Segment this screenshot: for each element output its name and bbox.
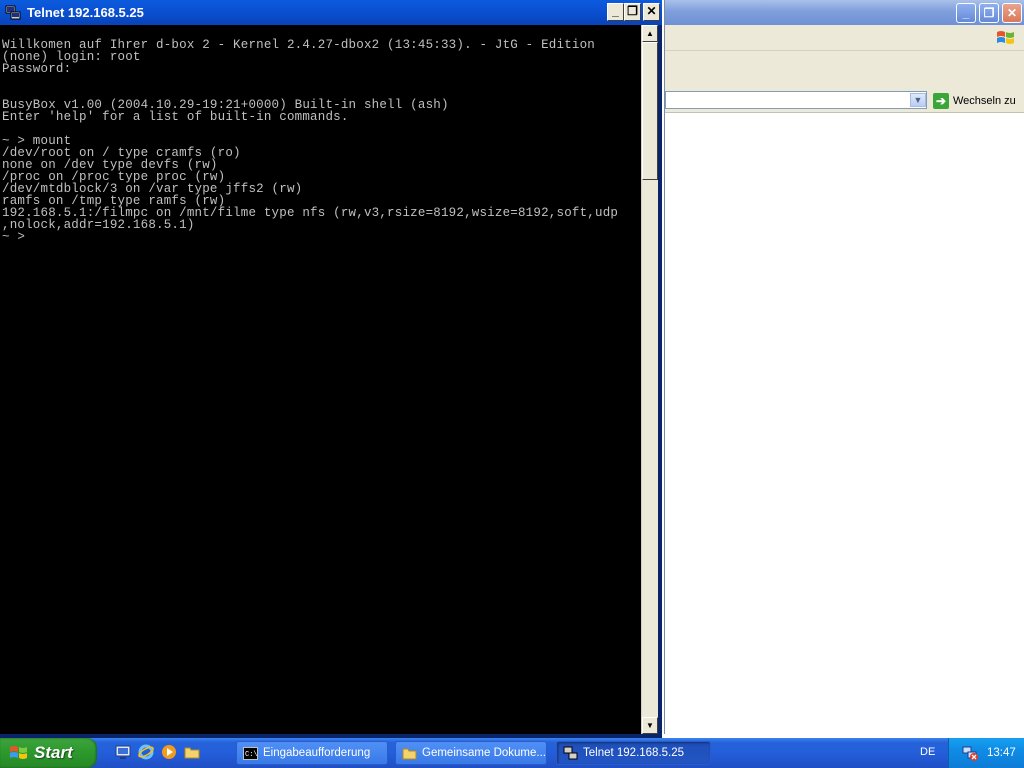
taskbar-item-gemeinsame-dokumente[interactable]: Gemeinsame Dokume...: [395, 741, 547, 765]
close-button[interactable]: ✕: [1002, 3, 1022, 23]
maximize-button[interactable]: ❐: [979, 3, 999, 23]
folder-icon: [402, 748, 417, 759]
chevron-down-icon[interactable]: ▼: [910, 93, 926, 107]
toolbar: [665, 51, 1024, 90]
command-prompt-icon: C:\: [243, 746, 258, 760]
svg-text:C:\: C:\: [245, 751, 258, 759]
taskbar-item-telnet[interactable]: Telnet 192.168.5.25: [556, 741, 711, 765]
address-bar: ▼ ➔ Wechseln zu: [665, 89, 1024, 113]
maximize-button[interactable]: ❐: [624, 3, 641, 21]
telnet-app-icon: [5, 5, 21, 20]
taskbar-item-label: Eingabeaufforderung: [263, 747, 371, 759]
telnet-window: Telnet 192.168.5.25 _ ❐ ✕ Willkomen auf …: [0, 0, 662, 738]
start-label: Start: [34, 743, 73, 762]
internet-explorer-icon[interactable]: [137, 743, 155, 761]
go-button[interactable]: ➔ Wechseln zu: [933, 91, 1016, 110]
minimize-button[interactable]: _: [607, 3, 624, 21]
windows-flag-icon: [10, 746, 27, 759]
system-tray: 13:47: [948, 738, 1024, 768]
scrollbar-thumb[interactable]: [642, 42, 658, 180]
console-text: Willkomen auf Ihrer d-box 2 - Kernel 2.4…: [2, 38, 619, 244]
clock: 13:47: [987, 747, 1016, 759]
address-input[interactable]: ▼: [665, 91, 927, 109]
taskbar-item-label: Telnet 192.168.5.25: [583, 747, 685, 759]
telnet-app-icon: [563, 746, 578, 759]
telnet-titlebar[interactable]: Telnet 192.168.5.25 _ ❐ ✕: [0, 0, 662, 25]
menu-bar: [665, 25, 1024, 51]
background-browser-window: _ ❐ ✕ ▼ ➔ Wechseln zu: [664, 0, 1024, 734]
background-window-titlebar[interactable]: _ ❐ ✕: [665, 0, 1024, 25]
console-output[interactable]: Willkomen auf Ihrer d-box 2 - Kernel 2.4…: [0, 25, 641, 734]
windows-flag-icon: [997, 31, 1014, 44]
folder-icon[interactable]: [183, 743, 201, 761]
network-warning-icon[interactable]: [961, 744, 979, 762]
scroll-up-arrow-icon[interactable]: ▲: [642, 25, 658, 42]
go-button-label: Wechseln zu: [953, 94, 1016, 107]
scroll-down-arrow-icon[interactable]: ▼: [642, 717, 658, 734]
window-title: Telnet 192.168.5.25: [27, 5, 144, 20]
taskbar-item-label: Gemeinsame Dokume...: [422, 747, 546, 759]
show-desktop-icon[interactable]: [114, 743, 132, 761]
vertical-scrollbar[interactable]: ▲ ▼: [641, 25, 659, 734]
language-indicator[interactable]: DE: [920, 746, 935, 758]
taskbar: Start C:\ Eingabeaufforderung Gemeinsame…: [0, 738, 1024, 768]
arrow-right-icon: ➔: [933, 92, 949, 109]
minimize-button[interactable]: _: [956, 3, 976, 23]
media-player-icon[interactable]: [160, 743, 178, 761]
taskbar-item-eingabeaufforderung[interactable]: C:\ Eingabeaufforderung: [236, 741, 388, 765]
quick-launch: [114, 743, 201, 761]
window-frame: [658, 25, 662, 738]
start-button[interactable]: Start: [0, 738, 97, 768]
close-button[interactable]: ✕: [643, 3, 660, 21]
